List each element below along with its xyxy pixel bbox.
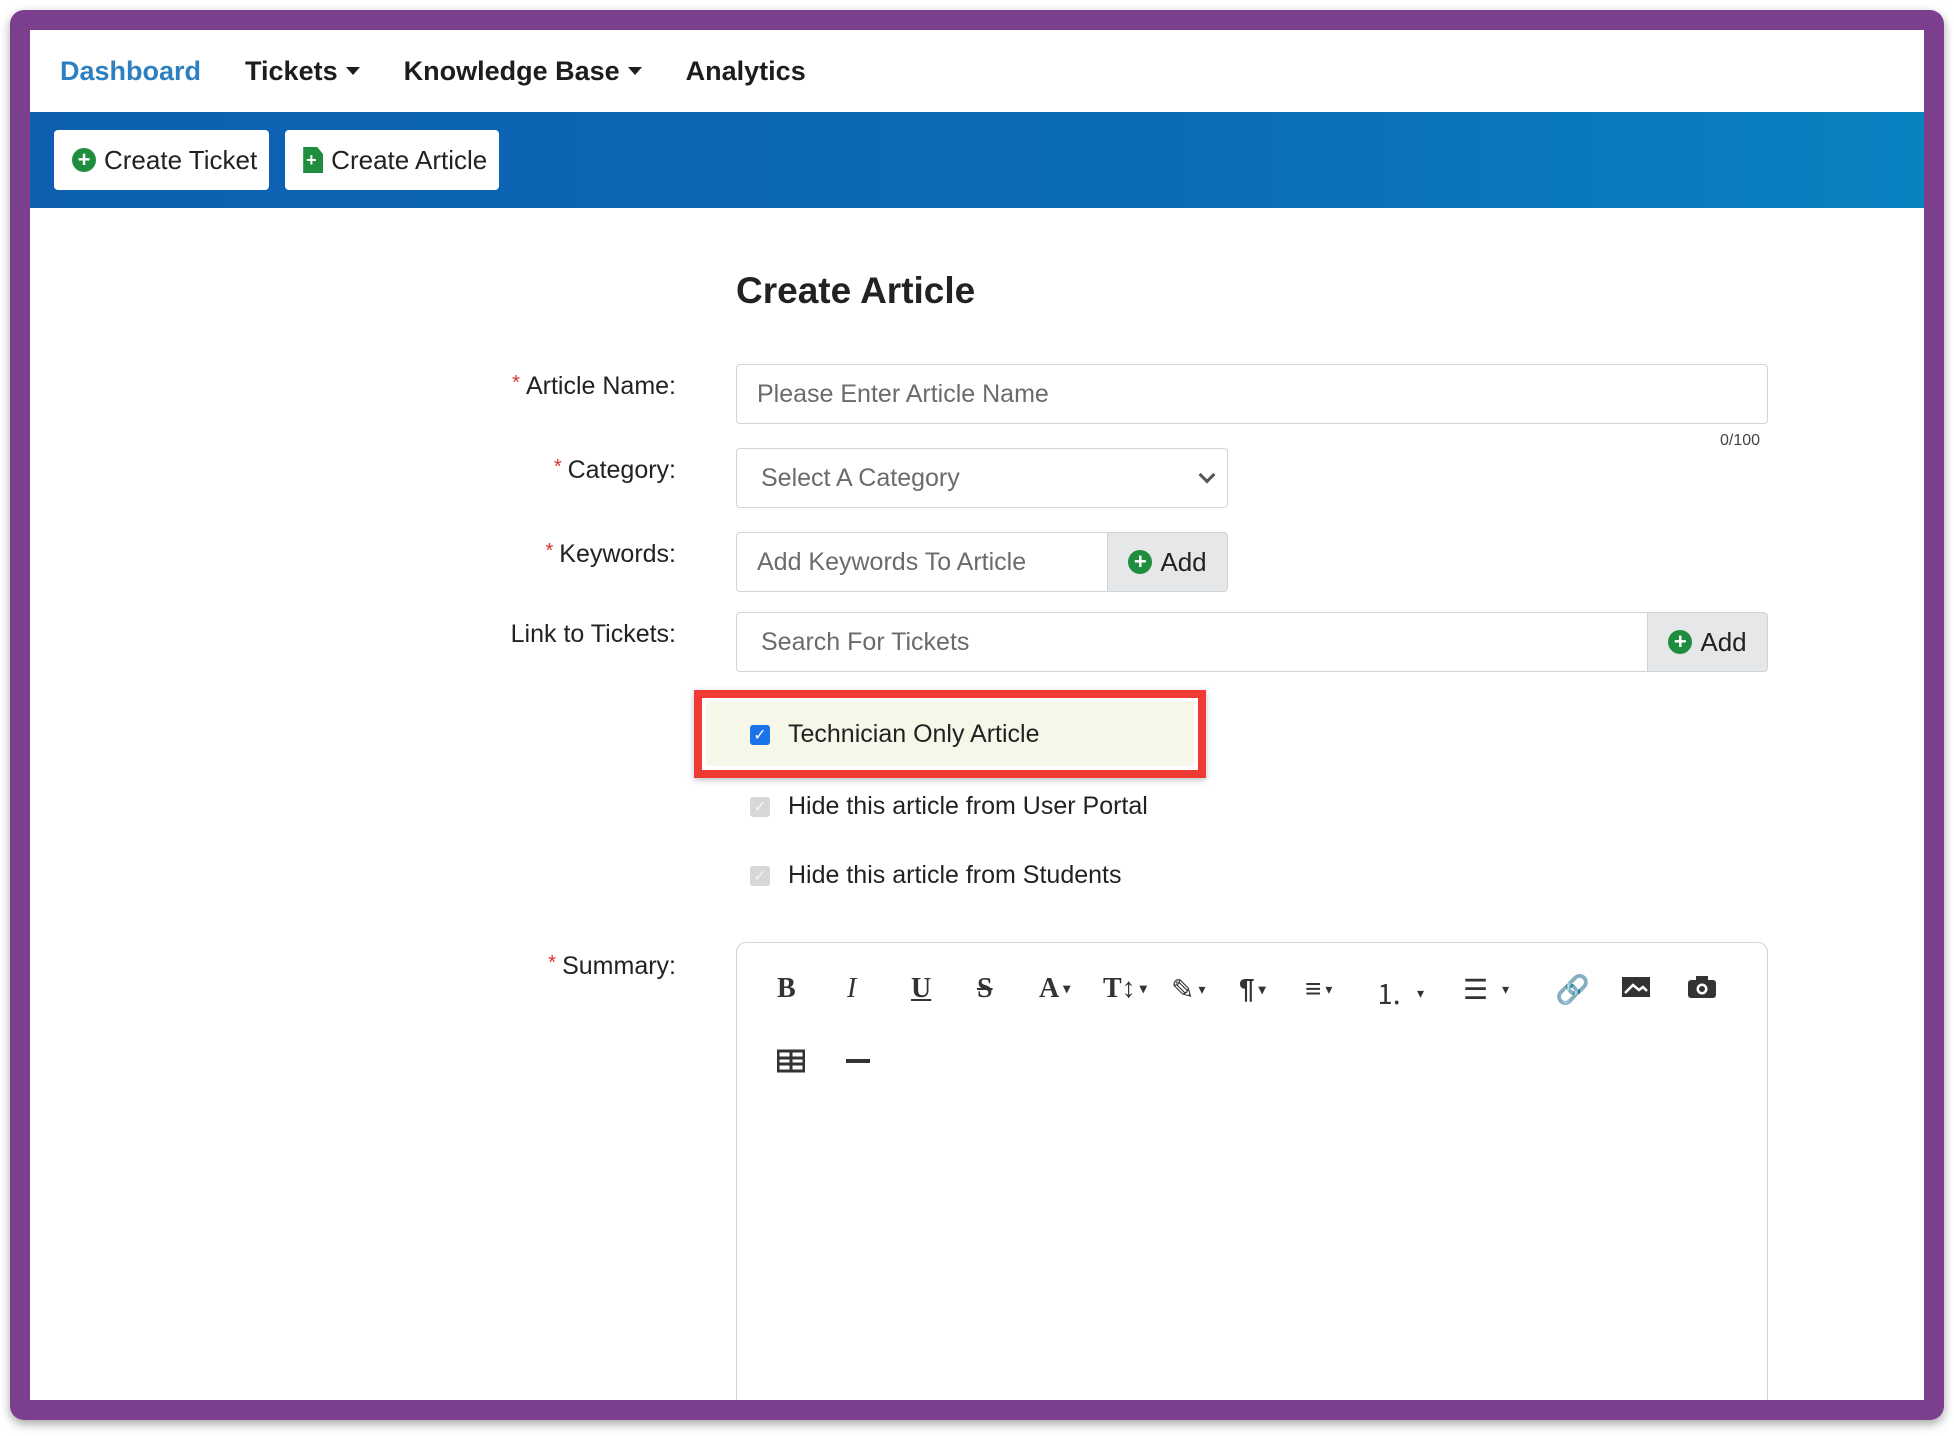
plus-circle-icon: + (72, 148, 96, 172)
keywords-label-text: Keywords: (559, 540, 676, 568)
category-select[interactable]: Select A Category (736, 448, 1228, 508)
horizontal-rule-icon[interactable] (845, 1049, 871, 1073)
article-name-input[interactable]: Please Enter Article Name (736, 364, 1768, 424)
article-name-label-text: Article Name: (525, 372, 676, 400)
ticket-search-placeholder: Search For Tickets (761, 627, 970, 656)
chevron-down-icon (345, 67, 360, 75)
summary-editor[interactable]: B I U S A ▾ T↕ ▾ ✎ ▾ ¶ ▾ ≡ ▾ ⒈ ▾ ☰ ▾ 🔗 (736, 942, 1768, 1400)
hide-user-portal-checkbox-row: ✓ Hide this article from User Portal (750, 792, 1148, 821)
ticket-search-input[interactable]: Search For Tickets (736, 612, 1648, 672)
keywords-placeholder: Add Keywords To Article (757, 547, 1027, 576)
nav-dashboard-label: Dashboard (60, 55, 202, 86)
article-name-placeholder: Please Enter Article Name (757, 379, 1049, 408)
category-label: * Category: (554, 456, 676, 485)
italic-icon[interactable]: I (847, 973, 856, 1005)
nav-analytics[interactable]: Analytics (686, 56, 806, 87)
category-label-text: Category: (567, 456, 676, 484)
ordered-list-icon[interactable]: ⒈ ▾ (1375, 973, 1424, 1013)
hide-user-portal-label: Hide this article from User Portal (788, 792, 1148, 820)
keywords-input[interactable]: Add Keywords To Article (736, 532, 1108, 592)
character-counter: 0/100 (1720, 432, 1761, 449)
page: Dashboard Tickets Knowledge Base Analyti… (30, 30, 1924, 1400)
checkbox-disabled-icon: ✓ (750, 796, 770, 817)
chevron-down-icon (627, 67, 642, 75)
add-keyword-button[interactable]: + Add (1107, 532, 1228, 592)
keywords-label: * Keywords: (545, 540, 676, 569)
strikethrough-icon[interactable]: S (977, 973, 993, 1005)
align-icon[interactable]: ≡ ▾ (1305, 973, 1332, 1005)
page-title: Create Article (736, 270, 976, 311)
bold-icon[interactable]: B (777, 973, 796, 1005)
plus-circle-icon: + (1128, 550, 1153, 574)
camera-icon[interactable] (1687, 975, 1717, 999)
required-marker: * (512, 372, 520, 394)
technician-only-label: Technician Only Article (788, 720, 1040, 748)
article-name-label: * Article Name: (512, 372, 676, 401)
add-ticket-link-label: Add (1700, 626, 1747, 657)
link-tickets-label: Link to Tickets: (511, 620, 676, 649)
nav-knowledge-base-label: Knowledge Base (403, 55, 620, 86)
link-icon[interactable]: 🔗 (1555, 973, 1590, 1006)
nav-analytics-label: Analytics (685, 55, 806, 86)
window-frame: Dashboard Tickets Knowledge Base Analyti… (10, 10, 1944, 1420)
image-icon[interactable] (1621, 975, 1651, 999)
font-size-icon[interactable]: T↕ ▾ (1103, 973, 1147, 1005)
create-article-button[interactable]: Create Article (285, 130, 500, 190)
paragraph-icon[interactable]: ¶ ▾ (1239, 973, 1266, 1005)
summary-label: * Summary: (548, 952, 676, 981)
new-document-icon (303, 147, 324, 173)
nav-tickets[interactable]: Tickets (245, 56, 360, 87)
table-glyph (777, 1049, 805, 1073)
add-keyword-label: Add (1160, 546, 1207, 577)
required-marker: * (553, 456, 562, 478)
create-article-label: Create Article (331, 144, 488, 175)
required-marker: * (545, 540, 554, 562)
add-ticket-link-button[interactable]: + Add (1647, 612, 1768, 672)
plus-circle-icon: + (1668, 630, 1693, 654)
create-ticket-button[interactable]: + Create Ticket (54, 130, 270, 190)
required-marker: * (548, 952, 557, 974)
font-color-icon[interactable]: A ▾ (1039, 973, 1070, 1005)
table-icon[interactable] (777, 1049, 805, 1073)
checkbox-disabled-icon: ✓ (750, 865, 770, 886)
nav-dashboard[interactable]: Dashboard (60, 56, 201, 87)
create-ticket-label: Create Ticket (104, 144, 258, 175)
hide-students-label: Hide this article from Students (788, 861, 1122, 889)
checkbox-checked-icon[interactable]: ✓ (750, 724, 770, 745)
nav-tickets-label: Tickets (245, 55, 338, 86)
category-selected-value: Select A Category (761, 463, 960, 492)
chevron-down-icon (1198, 466, 1216, 484)
summary-label-text: Summary: (562, 952, 676, 980)
top-nav: Dashboard Tickets Knowledge Base Analyti… (30, 30, 1924, 112)
image-glyph (1622, 977, 1650, 997)
action-bar: + Create Ticket Create Article (30, 112, 1924, 208)
hide-students-checkbox-row: ✓ Hide this article from Students (750, 861, 1121, 890)
technician-only-checkbox-row[interactable]: ✓ Technician Only Article (750, 720, 1040, 749)
horizontal-rule-glyph (846, 1059, 870, 1063)
camera-glyph (1688, 976, 1716, 998)
unordered-list-icon[interactable]: ☰ ▾ (1463, 973, 1509, 1006)
underline-icon[interactable]: U (911, 973, 931, 1005)
link-tickets-label-text: Link to Tickets: (510, 620, 676, 648)
style-icon[interactable]: ✎ ▾ (1171, 973, 1206, 1006)
nav-knowledge-base[interactable]: Knowledge Base (404, 56, 642, 87)
